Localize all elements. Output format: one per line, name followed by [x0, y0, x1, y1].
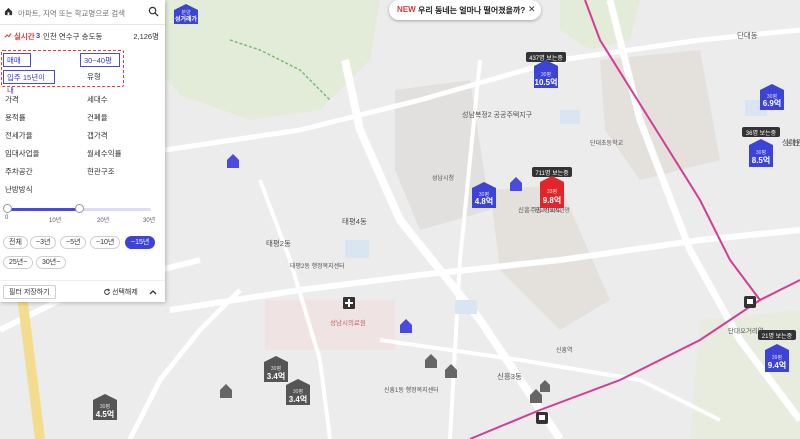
place-label: 태평2동 — [266, 238, 291, 248]
live-rank: 3 — [36, 31, 41, 40]
age-slider-fill — [7, 208, 79, 211]
slider-tick: 10년 — [49, 218, 62, 224]
place-label: 신흥역 — [556, 346, 573, 354]
news-banner[interactable]: NEW 우리 동네는 얼마나 떨어졌을까? ✕ — [389, 0, 541, 20]
live-ranking[interactable]: 실시간 3 인천 연수구 송도동 2,126명 — [0, 26, 165, 46]
age-chip[interactable]: 입주 15년이내 — [3, 70, 55, 95]
place-label: 신흥3동 — [497, 371, 522, 381]
filter-parking[interactable]: 주차공간 — [5, 166, 33, 177]
svg-text:분양: 분양 — [181, 9, 191, 16]
filter-entrance[interactable]: 현관구조 — [87, 166, 115, 177]
svg-text:10.5억: 10.5억 — [535, 77, 558, 87]
area-chip[interactable]: 30~40평 — [80, 53, 120, 67]
panel-footer: 필터 저장하기 선택해제 — [0, 280, 165, 303]
live-label: 실시간 — [14, 32, 35, 41]
svg-text:21명 보는중: 21명 보는중 — [762, 332, 793, 340]
save-filter-button[interactable]: 필터 저장하기 — [3, 285, 56, 299]
slider-tick: 20년 — [97, 218, 110, 224]
filter-heating[interactable]: 난방방식 — [5, 184, 33, 195]
place-label: 성남시청 — [432, 174, 454, 182]
close-icon[interactable]: ✕ — [528, 4, 536, 15]
search-bar — [0, 0, 165, 25]
svg-text:30평: 30평 — [756, 149, 766, 156]
year-btn-all[interactable]: 전체 — [3, 236, 28, 249]
svg-text:30평: 30평 — [293, 388, 303, 395]
filter-monthly-yield[interactable]: 월세수익률 — [87, 148, 122, 159]
place-label: 신흥1동 행정복지센터 — [384, 386, 439, 394]
filter-panel: 실시간 3 인천 연수구 송도동 2,126명 매매 30~40평 입주 15년… — [0, 0, 165, 302]
place-label: 태평4동 — [342, 216, 367, 226]
place-label: 단대초등학교 — [590, 139, 624, 147]
filter-bcr[interactable]: 건폐율 — [87, 112, 108, 123]
svg-text:9.8억: 9.8억 — [543, 195, 561, 205]
svg-text:30평: 30평 — [271, 365, 281, 372]
place-label: 단대동 — [737, 30, 758, 40]
slider-tick: 0 — [5, 215, 9, 221]
slider-tick: 30년 — [143, 218, 156, 224]
filter-far[interactable]: 용적률 — [5, 112, 26, 123]
svg-text:3.4억: 3.4억 — [289, 394, 307, 404]
svg-text:4.8억: 4.8억 — [475, 196, 493, 206]
place-label: 성남복정2 공공주택지구 — [462, 110, 533, 119]
svg-text:30평: 30평 — [100, 403, 110, 410]
svg-text:9.4억: 9.4억 — [768, 360, 786, 370]
svg-text:4.5억: 4.5억 — [96, 409, 114, 419]
reset-button[interactable]: 선택해제 — [112, 287, 138, 297]
filter-gap-price[interactable]: 갭가격 — [87, 130, 108, 141]
svg-text:성거래가: 성거래가 — [175, 15, 198, 23]
place-label: 성남시의료원 — [330, 318, 366, 327]
subway-station-icon[interactable] — [536, 412, 548, 424]
subway-station-icon[interactable] — [744, 296, 756, 308]
svg-text:3.4억: 3.4억 — [267, 371, 285, 381]
svg-text:33평: 33평 — [547, 188, 557, 195]
banner-text: 우리 동네는 얼마나 떨어졌을까? — [418, 6, 526, 15]
type-chip[interactable]: 유형 — [84, 70, 104, 84]
live-count: 2,126명 — [133, 32, 159, 41]
svg-text:711명 보는중: 711명 보는중 — [535, 169, 569, 177]
trade-type-chip[interactable]: 매매 — [3, 53, 31, 67]
search-input[interactable] — [16, 4, 148, 22]
year-btn-5[interactable]: ~5년 — [60, 236, 87, 249]
slider-handle-min[interactable] — [3, 204, 12, 213]
svg-text:판교신도시한양: 판교신도시한양 — [534, 206, 569, 214]
new-badge: NEW — [397, 5, 416, 14]
place-label: 남한 — [786, 138, 799, 147]
hospital-icon — [343, 297, 355, 309]
year-btn-3[interactable]: ~3년 — [30, 236, 57, 249]
svg-text:36명 보는중: 36명 보는중 — [746, 129, 777, 137]
filter-price[interactable]: 가격 — [5, 94, 19, 105]
slider-handle-max[interactable] — [75, 204, 84, 213]
search-icon[interactable] — [148, 6, 159, 17]
year-btn-15[interactable]: ~15년 — [125, 236, 156, 249]
trend-up-icon — [4, 33, 12, 38]
filter-households[interactable]: 세대수 — [87, 94, 108, 105]
place-label: 태평2동 행정복지센터 — [290, 262, 345, 270]
year-btn-10[interactable]: ~10년 — [90, 236, 121, 249]
year-btn-30[interactable]: 30년~ — [36, 256, 67, 269]
filter-rental-rate[interactable]: 임대사업율 — [5, 148, 40, 159]
chevron-up-icon[interactable] — [148, 287, 158, 297]
svg-text:39평: 39평 — [772, 354, 782, 361]
year-btn-25[interactable]: 25년~ — [3, 256, 34, 269]
svg-text:8.5억: 8.5억 — [752, 155, 770, 165]
svg-text:30평: 30평 — [541, 71, 551, 78]
live-region: 인천 연수구 송도동 — [43, 32, 103, 41]
filter-jeonse-ratio[interactable]: 전세가율 — [5, 130, 33, 141]
refresh-icon — [104, 288, 111, 295]
home-icon[interactable] — [4, 7, 13, 16]
svg-text:6.9억: 6.9억 — [763, 98, 781, 108]
